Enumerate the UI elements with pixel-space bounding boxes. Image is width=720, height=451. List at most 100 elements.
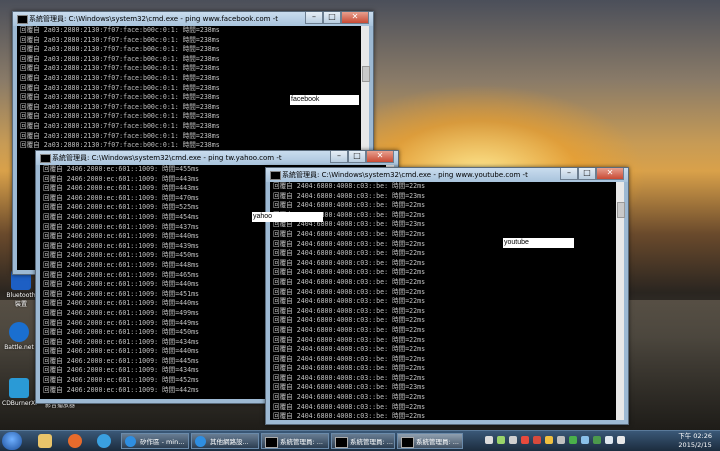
tray-icon[interactable] [485,436,493,444]
cmd-icon [335,437,348,448]
console-line: 回覆自 2404:6800:4008:c03::be: 時間=22ms [273,297,426,306]
start-button[interactable] [2,432,22,450]
network-icon[interactable] [605,436,613,444]
window-titlebar[interactable]: 系統管理員: C:\Windows\system32\cmd.exe - pin… [36,151,398,165]
console-line: 回覆自 2a03:2880:2130:7f07:face:b00c:0:1: 時… [20,83,220,92]
tray-icon[interactable] [509,436,517,444]
battlenet-icon [9,322,29,342]
console-lines: 回覆自 2a03:2880:2130:7f07:face:b00c:0:1: 時… [17,26,361,151]
clock-date: 2015/2/15 [678,441,712,449]
window-title: 系統管理員: C:\Windows\system32\cmd.exe - pin… [282,171,528,179]
close-button[interactable]: ✕ [596,168,624,180]
console-line: 回覆自 2404:6800:4008:c03::be: 時間=22ms [273,306,426,315]
console-line: 回覆自 2404:6800:4008:c03::be: 時間=22ms [273,268,426,277]
ie-icon [195,436,206,447]
taskbar-button-label: 其他網路設... [210,438,249,446]
taskbar-button[interactable]: 矽作區 - min... [121,433,189,449]
cmd-icon [265,437,278,448]
window-title: 系統管理員: C:\Windows\system32\cmd.exe - pin… [52,154,282,162]
console-line: 回覆自 2404:6800:4008:c03::be: 時間=22ms [273,402,426,411]
tray-icon[interactable] [533,436,541,444]
tray-icon[interactable] [545,436,553,444]
window-titlebar[interactable]: 系統管理員: C:\Windows\system32\cmd.exe - pin… [13,12,373,26]
console-line: 回覆自 2404:6800:4008:c03::be: 時間=22ms [273,335,426,344]
console-line: 回覆自 2404:6800:4008:c03::be: 時間=22ms [273,393,426,402]
tray-icon[interactable] [569,436,577,444]
caption-youtube: youtube [503,238,574,248]
cmd-icon [40,154,51,163]
system-tray [485,436,625,446]
clock-time: 下午 02:26 [678,432,712,440]
taskbar-button-label: 系統管理員: ... [416,438,459,446]
minimize-button[interactable]: – [305,12,323,24]
desktop-icon-label: Bluetooth 裝置 [6,292,36,308]
volume-icon[interactable] [617,436,625,444]
caption-yahoo: yahoo [252,212,323,222]
desktop-icon-label: CDBurnerXP [2,400,39,407]
console-line: 回覆自 2404:6800:4008:c03::be: 時間=23ms [273,383,426,392]
maximize-button[interactable]: □ [323,12,341,24]
tray-icon[interactable] [593,436,601,444]
vertical-scrollbar[interactable] [616,182,625,420]
console-line: 回覆自 2404:6800:4008:c03::be: 時間=22ms [273,182,426,190]
close-button[interactable]: ✕ [341,12,369,24]
taskbar-button-label: 系統管理員: ... [280,438,323,446]
taskbar-button[interactable]: 系統管理員: ... [331,433,395,449]
console-line: 回覆自 2a03:2880:2130:7f07:face:b00c:0:1: 時… [20,45,220,54]
scrollbar-thumb[interactable] [617,202,625,218]
taskbar-button-label: 矽作區 - min... [140,438,185,446]
console-line: 回覆自 2404:6800:4008:c03::be: 時間=22ms [273,249,426,258]
cdburnerxp-icon [9,378,29,398]
taskbar: 矽作區 - min... 其他網路設... 系統管理員: ... 系統管理員: … [0,430,720,451]
console-line: 回覆自 2404:6800:4008:c03::be: 時間=22ms [273,412,426,420]
tray-icon[interactable] [581,436,589,444]
console-line: 回覆自 2404:6800:4008:c03::be: 時間=22ms [273,210,426,219]
cmd-icon [401,437,414,448]
cmd-icon [270,171,281,180]
console-line: 回覆自 2404:6800:4008:c03::be: 時間=23ms [273,220,426,229]
caption-facebook: facebook [290,95,359,105]
console-line: 回覆自 2404:6800:4008:c03::be: 時間=22ms [273,364,426,373]
window-titlebar[interactable]: 系統管理員: C:\Windows\system32\cmd.exe - pin… [266,168,628,182]
console-line: 回覆自 2404:6800:4008:c03::be: 時間=22ms [273,325,426,334]
scrollbar-thumb[interactable] [362,66,370,82]
maximize-button[interactable]: □ [578,168,596,180]
firefox-icon[interactable] [68,434,82,448]
taskbar-button-label: 系統管理員: ... [350,438,393,446]
console-line: 回覆自 2404:6800:4008:c03::be: 時間=22ms [273,354,426,363]
chrome-icon[interactable] [97,434,111,448]
console-line: 回覆自 2404:6800:4008:c03::be: 時間=22ms [273,258,426,267]
console-line: 回覆自 2404:6800:4008:c03::be: 時間=23ms [273,191,426,200]
console-line: 回覆自 2a03:2880:2130:7f07:face:b00c:0:1: 時… [20,54,220,63]
tray-icon[interactable] [521,436,529,444]
maximize-button[interactable]: □ [348,151,366,163]
taskbar-button-active[interactable]: 系統管理員: ... [397,433,463,449]
console-line: 回覆自 2a03:2880:2130:7f07:face:b00c:0:1: 時… [20,26,220,34]
folder-icon[interactable] [38,434,52,448]
taskbar-button[interactable]: 其他網路設... [191,433,259,449]
clock[interactable]: 下午 02:26 2015/2/15 [678,432,712,450]
desktop-icon-cdburnerxp[interactable]: CDBurnerXP [2,378,39,407]
minimize-button[interactable]: – [560,168,578,180]
console-line: 回覆自 2a03:2880:2130:7f07:face:b00c:0:1: 時… [20,35,220,44]
console-line: 回覆自 2a03:2880:2130:7f07:face:b00c:0:1: 時… [20,121,220,130]
console-line: 回覆自 2a03:2880:2130:7f07:face:b00c:0:1: 時… [20,131,220,140]
console-line: 回覆自 2a03:2880:2130:7f07:face:b00c:0:1: 時… [20,64,220,73]
console-line: 回覆自 2a03:2880:2130:7f07:face:b00c:0:1: 時… [20,73,220,82]
console-line: 回覆自 2404:6800:4008:c03::be: 時間=22ms [273,201,426,210]
ie-icon [125,436,136,447]
desktop-icon-battlenet[interactable]: Battle.net [2,322,36,351]
console-line: 回覆自 2404:6800:4008:c03::be: 時間=22ms [273,277,426,286]
minimize-button[interactable]: – [330,151,348,163]
cmd-icon [17,15,28,24]
tray-icon[interactable] [497,436,505,444]
desktop-icon-label: Battle.net [4,344,34,351]
desktop-icon-bluetooth[interactable]: Bluetooth 裝置 [4,270,38,308]
cmd-window-youtube[interactable]: 系統管理員: C:\Windows\system32\cmd.exe - pin… [265,167,629,425]
console-line: 回覆自 2404:6800:4008:c03::be: 時間=22ms [273,287,426,296]
tray-icon[interactable] [557,436,565,444]
console-line: 回覆自 2404:6800:4008:c03::be: 時間=22ms [273,316,426,325]
taskbar-button[interactable]: 系統管理員: ... [261,433,329,449]
close-button[interactable]: ✕ [366,151,394,163]
window-title: 系統管理員: C:\Windows\system32\cmd.exe - pin… [29,15,278,23]
